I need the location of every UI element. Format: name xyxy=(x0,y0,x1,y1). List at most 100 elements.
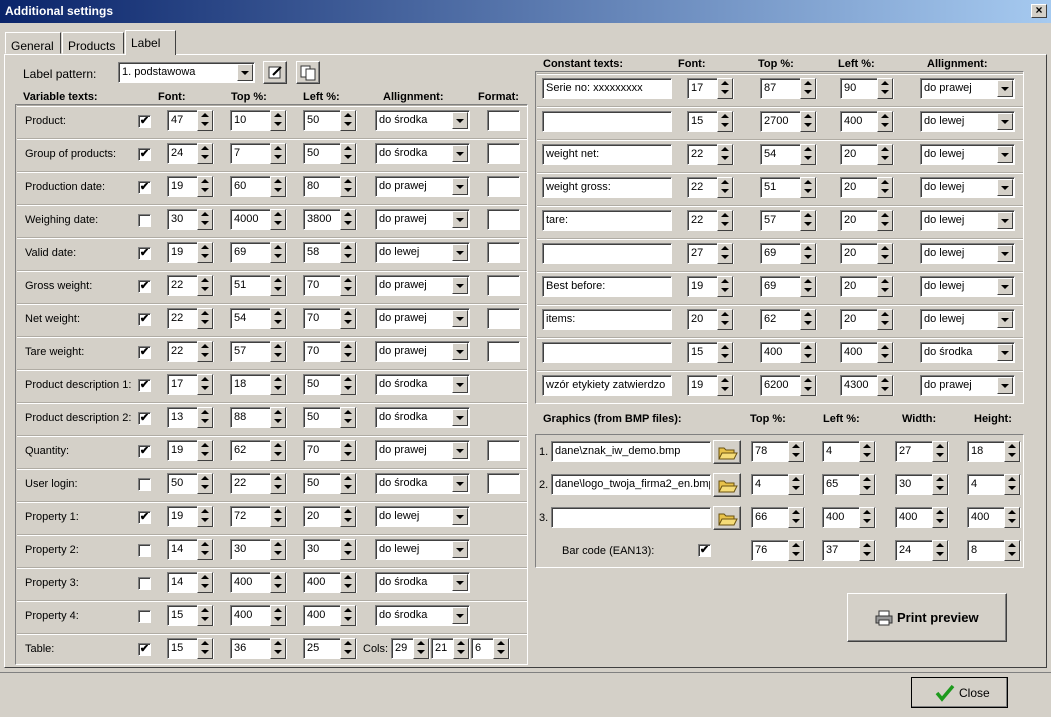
constant-top-field-spinner[interactable] xyxy=(800,210,816,231)
spin-up-icon[interactable] xyxy=(863,510,871,514)
spin-up-icon[interactable] xyxy=(1008,444,1016,448)
spin-up-icon[interactable] xyxy=(721,213,729,217)
barcode-height-field-spinner[interactable] xyxy=(1004,540,1020,561)
constant-top-field-spinner[interactable] xyxy=(800,111,816,132)
graphics-file-field[interactable]: dane\logo_twoja_firma2_en.bmp xyxy=(551,474,711,495)
spin-down-icon[interactable] xyxy=(881,90,889,94)
spin-down-icon[interactable] xyxy=(201,320,209,324)
constant-top-field-spinner[interactable] xyxy=(800,243,816,264)
spin-down-icon[interactable] xyxy=(881,255,889,259)
constant-top-field-spinner[interactable] xyxy=(800,78,816,99)
spin-down-icon[interactable] xyxy=(881,354,889,358)
constant-text-field[interactable]: items: xyxy=(542,309,672,330)
spin-up-icon[interactable] xyxy=(274,113,282,117)
table-top-field-spinner[interactable] xyxy=(270,638,286,659)
constant-font-field-spinner[interactable] xyxy=(717,111,733,132)
barcode-width-field-spinner[interactable] xyxy=(932,540,948,561)
variable-top-field-spinner[interactable] xyxy=(270,605,286,626)
tab-products[interactable]: Products xyxy=(62,32,124,54)
graphics-file-field[interactable]: dane\znak_iw_demo.bmp xyxy=(551,441,711,462)
variable-alignment-select[interactable]: do prawej xyxy=(375,176,470,197)
graphics-top-field-spinner[interactable] xyxy=(788,507,804,528)
print-preview-button[interactable]: Print preview xyxy=(847,593,1007,642)
spin-down-icon[interactable] xyxy=(344,320,352,324)
spin-down-icon[interactable] xyxy=(792,453,800,457)
spin-up-icon[interactable] xyxy=(274,608,282,612)
spin-down-icon[interactable] xyxy=(201,353,209,357)
spin-up-icon[interactable] xyxy=(881,345,889,349)
edit-pattern-button[interactable] xyxy=(263,61,287,84)
variable-alignment-select[interactable]: do prawej xyxy=(375,341,470,362)
chevron-down-icon[interactable] xyxy=(997,311,1013,328)
chevron-down-icon[interactable] xyxy=(452,607,468,624)
chevron-down-icon[interactable] xyxy=(997,179,1013,196)
spin-down-icon[interactable] xyxy=(721,255,729,259)
spin-down-icon[interactable] xyxy=(804,189,812,193)
variable-font-field-spinner[interactable] xyxy=(197,506,213,527)
spin-up-icon[interactable] xyxy=(201,509,209,513)
spin-down-icon[interactable] xyxy=(201,617,209,621)
variable-font-field-spinner[interactable] xyxy=(197,572,213,593)
spin-up-icon[interactable] xyxy=(457,641,465,645)
spin-down-icon[interactable] xyxy=(344,155,352,159)
spin-down-icon[interactable] xyxy=(201,452,209,456)
spin-down-icon[interactable] xyxy=(344,452,352,456)
spin-down-icon[interactable] xyxy=(274,155,282,159)
variable-top-field-spinner[interactable] xyxy=(270,176,286,197)
constant-left-field-spinner[interactable] xyxy=(877,210,893,231)
chevron-down-icon[interactable] xyxy=(997,146,1013,163)
spin-up-icon[interactable] xyxy=(804,312,812,316)
spin-down-icon[interactable] xyxy=(1008,519,1016,523)
variable-left-field-spinner[interactable] xyxy=(340,572,356,593)
spin-up-icon[interactable] xyxy=(881,147,889,151)
spin-up-icon[interactable] xyxy=(201,542,209,546)
constant-text-field[interactable]: weight gross: xyxy=(542,177,672,198)
spin-down-icon[interactable] xyxy=(804,288,812,292)
barcode-checkbox[interactable]: ✔ xyxy=(698,544,711,557)
variable-font-field-spinner[interactable] xyxy=(197,341,213,362)
tab-general[interactable]: General xyxy=(5,32,61,54)
spin-down-icon[interactable] xyxy=(721,222,729,226)
spin-up-icon[interactable] xyxy=(201,278,209,282)
spin-up-icon[interactable] xyxy=(936,510,944,514)
variable-alignment-select[interactable]: do środka xyxy=(375,110,470,131)
chevron-down-icon[interactable] xyxy=(997,377,1013,394)
spin-up-icon[interactable] xyxy=(881,213,889,217)
spin-up-icon[interactable] xyxy=(881,180,889,184)
chevron-down-icon[interactable] xyxy=(997,278,1013,295)
variable-enabled-checkbox[interactable]: ✔ xyxy=(138,181,151,194)
variable-left-field-spinner[interactable] xyxy=(340,539,356,560)
variable-font-field-spinner[interactable] xyxy=(197,605,213,626)
graphics-height-field-spinner[interactable] xyxy=(1004,441,1020,462)
spin-up-icon[interactable] xyxy=(721,81,729,85)
spin-up-icon[interactable] xyxy=(201,212,209,216)
spin-down-icon[interactable] xyxy=(201,518,209,522)
chevron-down-icon[interactable] xyxy=(452,211,468,228)
spin-down-icon[interactable] xyxy=(201,419,209,423)
label-pattern-select[interactable]: 1. podstawowa xyxy=(118,62,255,83)
spin-up-icon[interactable] xyxy=(344,278,352,282)
spin-down-icon[interactable] xyxy=(1008,486,1016,490)
spin-down-icon[interactable] xyxy=(721,189,729,193)
variable-enabled-checkbox[interactable]: ✔ xyxy=(138,115,151,128)
spin-up-icon[interactable] xyxy=(201,476,209,480)
spin-down-icon[interactable] xyxy=(881,321,889,325)
spin-up-icon[interactable] xyxy=(274,575,282,579)
spin-up-icon[interactable] xyxy=(274,344,282,348)
spin-up-icon[interactable] xyxy=(201,410,209,414)
spin-up-icon[interactable] xyxy=(274,542,282,546)
spin-up-icon[interactable] xyxy=(344,509,352,513)
spin-up-icon[interactable] xyxy=(721,378,729,382)
spin-up-icon[interactable] xyxy=(274,311,282,315)
variable-format-field[interactable] xyxy=(487,110,520,131)
spin-up-icon[interactable] xyxy=(201,245,209,249)
variable-enabled-checkbox[interactable] xyxy=(138,577,151,590)
chevron-down-icon[interactable] xyxy=(452,277,468,294)
variable-enabled-checkbox[interactable]: ✔ xyxy=(138,346,151,359)
spin-up-icon[interactable] xyxy=(721,147,729,151)
constant-font-field-spinner[interactable] xyxy=(717,243,733,264)
constant-font-field-spinner[interactable] xyxy=(717,309,733,330)
spin-down-icon[interactable] xyxy=(201,188,209,192)
spin-down-icon[interactable] xyxy=(201,287,209,291)
spin-up-icon[interactable] xyxy=(497,641,505,645)
